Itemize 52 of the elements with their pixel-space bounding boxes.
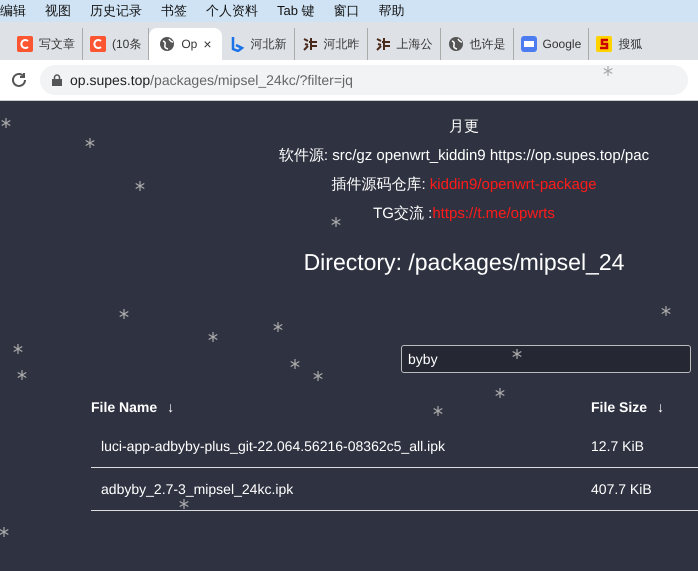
- snowflake-icon: [603, 66, 613, 76]
- globe-icon: [159, 36, 176, 52]
- snowflake-icon: [13, 344, 23, 354]
- snowflake-icon: [179, 499, 189, 509]
- menu-item[interactable]: 帮助: [378, 2, 416, 20]
- globe-icon: [448, 36, 464, 52]
- search-field[interactable]: byby: [401, 345, 691, 373]
- browser-tab[interactable]: 搜狐: [589, 28, 650, 60]
- lock-icon: [52, 74, 62, 86]
- snowflake-icon: [433, 406, 443, 416]
- snowflake-icon: [290, 359, 300, 369]
- reload-icon[interactable]: [10, 71, 28, 89]
- translate-icon: [520, 36, 537, 52]
- file-link[interactable]: adbyby_2.7-3_mipsel_24kc.ipk: [101, 481, 294, 497]
- menu-item[interactable]: 编辑: [0, 2, 37, 20]
- snowflake-icon: [331, 217, 341, 227]
- directory-title: Directory: /packages/mipsel_24: [304, 249, 624, 276]
- address-bar[interactable]: op.supes.top/packages/mipsel_24kc/?filter=jq: [40, 65, 688, 95]
- tg-label: TG交流 :: [373, 205, 432, 222]
- repo-label: 插件源码仓库:: [331, 176, 427, 193]
- ink-character-icon: [302, 36, 318, 52]
- menu-item[interactable]: 书签: [161, 2, 198, 20]
- update-note: 月更: [449, 117, 479, 136]
- snowflake-icon: [17, 370, 27, 380]
- file-size: 407.7 KiB: [591, 481, 652, 497]
- menu-item[interactable]: 个人资料: [206, 2, 269, 20]
- c-logo-icon: [90, 36, 106, 52]
- close-icon[interactable]: ×: [203, 36, 212, 52]
- snowflake-icon: [208, 332, 218, 342]
- snowflake-icon: [1, 118, 11, 128]
- snowflake-icon: [135, 181, 145, 191]
- menu-item[interactable]: 窗口: [334, 2, 371, 20]
- snowflake-icon: [313, 371, 323, 381]
- file-link[interactable]: luci-app-adbyby-plus_git-22.064.56216-08362c5_all.ipk: [101, 438, 446, 454]
- snowflake-icon: [0, 527, 9, 537]
- menu-item[interactable]: Tab 键: [277, 2, 326, 20]
- snowflake-icon: [85, 138, 95, 148]
- ink-character-icon: [374, 36, 391, 52]
- s-logo-icon: [596, 36, 612, 52]
- c-logo-icon: [17, 36, 33, 52]
- source-line: 软件源: src/gz openwrt_kiddin9 https://op.supes.top/pac: [278, 146, 650, 165]
- file-size: 12.7 KiB: [591, 438, 644, 454]
- column-header[interactable]: File Name ↓: [91, 399, 591, 415]
- snowflake-icon: [495, 388, 505, 398]
- snowflake-icon: [119, 309, 129, 319]
- column-header[interactable]: File Size ↓: [591, 399, 698, 415]
- menu-item[interactable]: 视图: [45, 2, 82, 20]
- snowflake-icon: [512, 349, 522, 359]
- snowflake-icon: [273, 322, 283, 332]
- menu-item[interactable]: 历史记录: [90, 2, 153, 20]
- browser-tab[interactable]: Op ×: [149, 28, 222, 60]
- snowflake-icon: [661, 306, 671, 316]
